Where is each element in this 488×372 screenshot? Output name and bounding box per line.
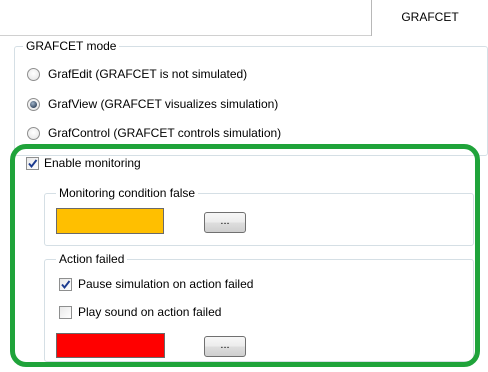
tab-grafcet[interactable]: GRAFCET: [371, 0, 488, 36]
play-sound-label[interactable]: Play sound on action failed: [78, 305, 221, 319]
condition-false-color-swatch: [56, 208, 164, 234]
grafcet-mode-legend: GRAFCET mode: [23, 39, 120, 53]
pause-on-action-failed-label[interactable]: Pause simulation on action failed: [78, 277, 253, 291]
radio-grafcontrol[interactable]: [27, 127, 40, 140]
enable-monitoring-checkbox[interactable]: [26, 157, 39, 170]
tab-active-cover: [372, 35, 488, 36]
play-sound-checkbox[interactable]: [59, 306, 72, 319]
action-failed-legend: Action failed: [56, 252, 128, 266]
radio-grafview-label[interactable]: GrafView (GRAFCET visualizes simulation): [48, 97, 278, 111]
tab-grafcet-label: GRAFCET: [401, 10, 459, 24]
condition-false-color-button[interactable]: ...: [204, 212, 246, 233]
radio-selected-dot: [30, 101, 37, 108]
action-failed-color-swatch: [56, 333, 165, 358]
action-failed-color-button[interactable]: ...: [204, 336, 246, 357]
radio-grafcontrol-label[interactable]: GrafControl (GRAFCET controls simulation…: [48, 126, 281, 140]
enable-monitoring-label[interactable]: Enable monitoring: [44, 156, 141, 170]
radio-grafedit-label[interactable]: GrafEdit (GRAFCET is not simulated): [48, 67, 247, 81]
radio-grafedit[interactable]: [27, 68, 40, 81]
checkmark-icon: [28, 159, 38, 169]
pause-on-action-failed-checkbox[interactable]: [59, 278, 72, 291]
checkmark-icon: [61, 280, 71, 290]
radio-grafview[interactable]: [27, 98, 40, 111]
monitoring-condition-false-legend: Monitoring condition false: [56, 186, 199, 200]
